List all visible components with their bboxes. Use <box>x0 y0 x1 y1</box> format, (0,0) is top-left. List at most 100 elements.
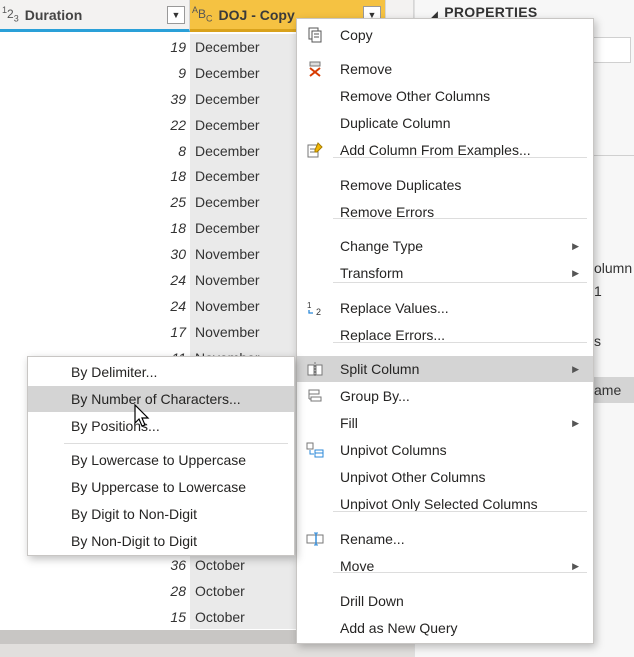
svg-text:2: 2 <box>316 307 321 316</box>
menu-separator <box>333 572 587 573</box>
submenu-item-by-positions[interactable]: By Positions... <box>28 413 294 439</box>
submenu-arrow-icon: ▶ <box>572 363 579 374</box>
column-header-label: Duration <box>24 6 83 23</box>
submenu-arrow-icon: ▶ <box>572 267 579 278</box>
copy-icon <box>305 25 325 45</box>
submenu-separator <box>64 443 288 444</box>
menu-item-label: Add as New Query <box>340 620 458 636</box>
menu-item-rename[interactable]: Rename... <box>297 526 593 552</box>
menu-item-label: Split Column <box>340 361 420 377</box>
submenu-item-label: By Uppercase to Lowercase <box>71 479 247 495</box>
menu-item-remove-other-columns[interactable]: Remove Other Columns <box>297 83 593 109</box>
menu-item-label: Add Column From Examples... <box>340 142 531 158</box>
group-by-icon <box>305 386 325 406</box>
split-column-submenu: By Delimiter... By Number of Characters..… <box>27 356 295 556</box>
duration-cell[interactable]: 15 <box>0 609 186 625</box>
menu-item-unpivot-columns[interactable]: Unpivot Columns <box>297 437 593 463</box>
text-type-icon[interactable]: ABC <box>192 5 213 23</box>
menu-item-remove[interactable]: Remove <box>297 56 593 82</box>
submenu-item-label: By Non-Digit to Digit <box>71 533 198 549</box>
menu-item-label: Drill Down <box>340 593 404 609</box>
replace-values-icon: 12 <box>305 298 325 318</box>
filter-dropdown-icon[interactable]: ▼ <box>167 5 185 24</box>
menu-separator <box>333 511 587 512</box>
menu-item-fill[interactable]: Fill ▶ <box>297 410 593 436</box>
menu-item-replace-values[interactable]: 1 2 Replace Values... <box>297 295 593 321</box>
duration-cell[interactable]: 18 <box>0 168 186 184</box>
duration-cell[interactable]: 28 <box>0 583 186 599</box>
menu-separator <box>333 282 587 283</box>
menu-item-label: Unpivot Columns <box>340 442 447 458</box>
submenu-item-label: By Delimiter... <box>71 364 158 380</box>
duration-cell[interactable]: 36 <box>0 557 186 573</box>
menu-item-add-as-new-query[interactable]: Add as New Query <box>297 615 593 641</box>
submenu-item-label: By Digit to Non-Digit <box>71 506 198 522</box>
menu-item-group-by[interactable]: Group By... <box>297 383 593 409</box>
duration-cell[interactable]: 22 <box>0 117 186 133</box>
column-context-menu: Copy Remove Remove Other Columns Duplicate … <box>296 18 594 644</box>
properties-text-fragment: ame <box>594 382 622 398</box>
menu-item-label: Fill <box>340 415 358 431</box>
submenu-item-label: By Lowercase to Uppercase <box>71 452 247 468</box>
menu-item-duplicate-column[interactable]: Duplicate Column <box>297 110 593 136</box>
menu-separator <box>333 342 587 343</box>
menu-item-label: Remove Duplicates <box>340 177 462 193</box>
properties-text-fragment: 1 <box>594 283 602 299</box>
duration-cell[interactable]: 25 <box>0 194 186 210</box>
submenu-item-by-non-digit-to-digit[interactable]: By Non-Digit to Digit <box>28 528 294 554</box>
menu-item-label: Duplicate Column <box>340 115 451 131</box>
menu-item-label: Remove Other Columns <box>340 88 491 104</box>
unpivot-icon <box>305 440 325 460</box>
menu-separator <box>333 157 587 158</box>
duration-cell[interactable]: 24 <box>0 272 186 288</box>
menu-item-label: Replace Errors... <box>340 327 446 343</box>
duration-cell[interactable]: 19 <box>0 39 186 55</box>
duration-cell[interactable]: 18 <box>0 220 186 236</box>
column-header-duration[interactable]: 123 Duration ▼ <box>0 0 190 32</box>
menu-item-unpivot-other-columns[interactable]: Unpivot Other Columns <box>297 464 593 490</box>
menu-item-label: Unpivot Other Columns <box>340 469 486 485</box>
menu-item-remove-duplicates[interactable]: Remove Duplicates <box>297 172 593 198</box>
submenu-item-by-uppercase-to-lowercase[interactable]: By Uppercase to Lowercase <box>28 474 294 500</box>
rename-icon <box>305 529 325 549</box>
menu-item-label: Transform <box>340 265 404 281</box>
split-column-icon <box>305 359 325 379</box>
duration-cell[interactable]: 30 <box>0 246 186 262</box>
menu-item-copy[interactable]: Copy <box>297 22 593 48</box>
mouse-pointer-icon <box>134 404 150 427</box>
column-header-label: DOJ - Copy <box>218 6 295 23</box>
menu-separator <box>333 218 587 219</box>
menu-item-replace-errors[interactable]: Replace Errors... <box>297 322 593 348</box>
whole-number-type-icon[interactable]: 123 <box>2 5 19 23</box>
menu-item-split-column[interactable]: Split Column ▶ <box>297 356 593 382</box>
status-strip <box>0 644 414 657</box>
menu-item-unpivot-only-selected-columns[interactable]: Unpivot Only Selected Columns <box>297 491 593 517</box>
submenu-item-by-digit-to-non-digit[interactable]: By Digit to Non-Digit <box>28 501 294 527</box>
submenu-item-label: By Number of Characters... <box>71 391 241 407</box>
menu-item-label: Copy <box>340 27 373 43</box>
duration-cell[interactable]: 9 <box>0 65 186 81</box>
menu-item-label: Rename... <box>340 531 405 547</box>
menu-item-label: Group By... <box>340 388 410 404</box>
menu-item-remove-errors[interactable]: Remove Errors <box>297 199 593 225</box>
submenu-item-by-number-of-characters[interactable]: By Number of Characters... <box>28 386 294 412</box>
duration-cell[interactable]: 39 <box>0 91 186 107</box>
properties-text-fragment: s <box>594 333 601 349</box>
submenu-item-by-lowercase-to-uppercase[interactable]: By Lowercase to Uppercase <box>28 447 294 473</box>
duration-cell[interactable]: 17 <box>0 324 186 340</box>
menu-item-label: Change Type <box>340 238 424 254</box>
submenu-arrow-icon: ▶ <box>572 240 579 251</box>
duration-cell[interactable]: 24 <box>0 298 186 314</box>
svg-text:1: 1 <box>307 301 312 310</box>
menu-item-move[interactable]: Move ▶ <box>297 553 593 579</box>
menu-item-add-column-from-examples[interactable]: Add Column From Examples... <box>297 137 593 163</box>
menu-item-drill-down[interactable]: Drill Down <box>297 588 593 614</box>
remove-icon <box>305 59 325 79</box>
duration-cell[interactable]: 8 <box>0 143 186 159</box>
menu-item-label: Replace Values... <box>340 300 449 316</box>
submenu-arrow-icon: ▶ <box>572 560 579 571</box>
properties-text-fragment: olumn <box>594 260 633 276</box>
submenu-item-by-delimiter[interactable]: By Delimiter... <box>28 359 294 385</box>
add-examples-icon <box>305 140 325 160</box>
menu-item-change-type[interactable]: Change Type ▶ <box>297 233 593 259</box>
